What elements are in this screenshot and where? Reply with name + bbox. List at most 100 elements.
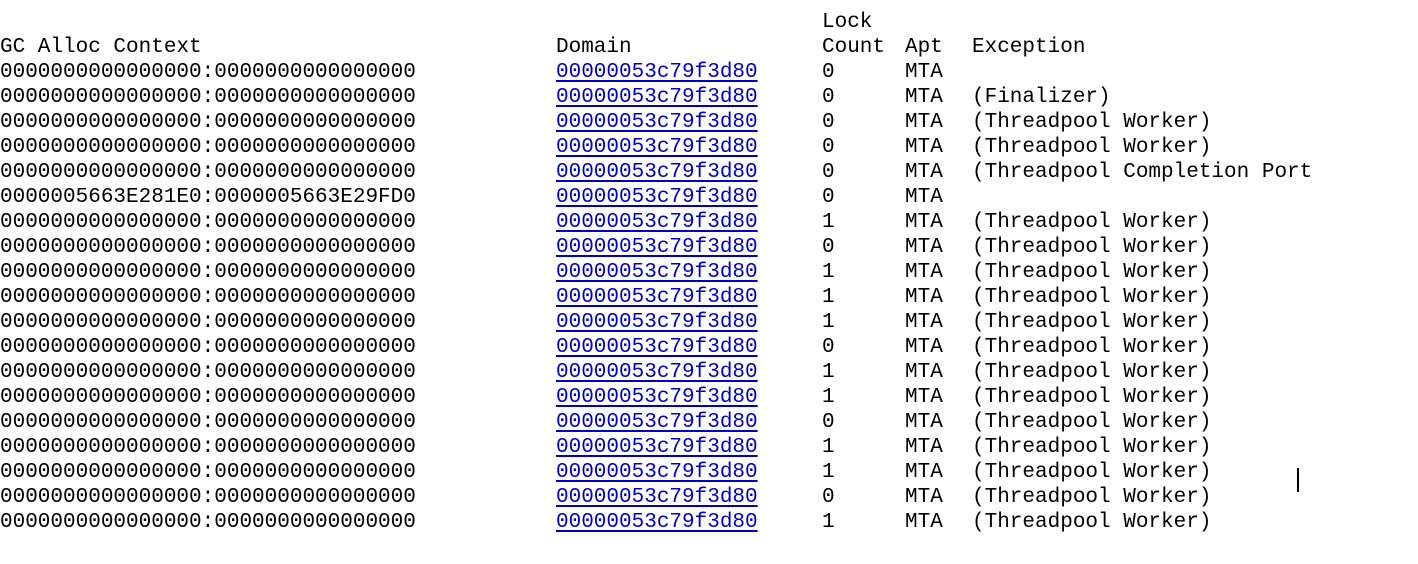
cell-gc-alloc-context: 0000000000000000:0000000000000000 (0, 361, 416, 384)
cell-apt: MTA (905, 161, 943, 184)
cell-exception: (Threadpool Worker) (972, 286, 1212, 309)
cell-apt: MTA (905, 136, 943, 159)
cell-domain-link[interactable]: 00000053c79f3d80 (556, 285, 758, 310)
cell-domain-link[interactable]: 00000053c79f3d80 (556, 410, 758, 435)
cell-exception: (Threadpool Worker) (972, 111, 1212, 134)
cell-exception: (Threadpool Worker) (972, 386, 1212, 409)
cell-exception: (Threadpool Worker) (972, 436, 1212, 459)
cell-domain-link[interactable]: 00000053c79f3d80 (556, 335, 758, 360)
column-header-apt: Apt (905, 36, 943, 59)
cell-exception: (Threadpool Worker) (972, 211, 1212, 234)
cell-apt: MTA (905, 286, 943, 309)
cell-gc-alloc-context: 0000000000000000:0000000000000000 (0, 511, 416, 534)
cell-domain-link[interactable]: 00000053c79f3d80 (556, 435, 758, 460)
cell-apt: MTA (905, 511, 943, 534)
debugger-output-pane: Lock GC Alloc Context Domain Count Apt E… (0, 0, 1418, 564)
cell-exception: (Threadpool Worker) (972, 361, 1212, 384)
cell-domain-link[interactable]: 00000053c79f3d80 (556, 210, 758, 235)
cell-lock-count: 1 (822, 361, 835, 384)
cell-apt: MTA (905, 336, 943, 359)
cell-lock-count: 0 (822, 111, 835, 134)
cell-apt: MTA (905, 86, 943, 109)
cell-domain-link[interactable]: 00000053c79f3d80 (556, 85, 758, 110)
cell-apt: MTA (905, 61, 943, 84)
cell-domain-link[interactable]: 00000053c79f3d80 (556, 60, 758, 85)
cell-exception: (Threadpool Worker) (972, 486, 1212, 509)
text-caret (1297, 468, 1299, 492)
column-header-exception: Exception (972, 36, 1086, 59)
cell-gc-alloc-context: 0000000000000000:0000000000000000 (0, 286, 416, 309)
column-header-domain: Domain (556, 36, 632, 59)
cell-gc-alloc-context: 0000000000000000:0000000000000000 (0, 161, 416, 184)
cell-gc-alloc-context: 0000000000000000:0000000000000000 (0, 111, 416, 134)
cell-lock-count: 1 (822, 436, 835, 459)
cell-gc-alloc-context: 0000000000000000:0000000000000000 (0, 386, 416, 409)
cell-gc-alloc-context: 0000005663E281E0:0000005663E29FD0 (0, 186, 416, 209)
header-lock-label: Lock (822, 11, 873, 34)
cell-lock-count: 1 (822, 461, 835, 484)
cell-lock-count: 1 (822, 511, 835, 534)
cell-domain-link[interactable]: 00000053c79f3d80 (556, 235, 758, 260)
cell-lock-count: 0 (822, 136, 835, 159)
cell-domain-link[interactable]: 00000053c79f3d80 (556, 385, 758, 410)
cell-apt: MTA (905, 111, 943, 134)
cell-apt: MTA (905, 311, 943, 334)
cell-lock-count: 0 (822, 336, 835, 359)
cell-domain-link[interactable]: 00000053c79f3d80 (556, 260, 758, 285)
cell-gc-alloc-context: 0000000000000000:0000000000000000 (0, 436, 416, 459)
cell-domain-link[interactable]: 00000053c79f3d80 (556, 310, 758, 335)
cell-exception: (Threadpool Worker) (972, 461, 1212, 484)
cell-apt: MTA (905, 386, 943, 409)
cell-gc-alloc-context: 0000000000000000:0000000000000000 (0, 236, 416, 259)
cell-lock-count: 1 (822, 386, 835, 409)
header-line-lock: Lock (0, 10, 872, 35)
cell-gc-alloc-context: 0000000000000000:0000000000000000 (0, 486, 416, 509)
cell-exception: (Threadpool Worker) (972, 236, 1212, 259)
cell-lock-count: 0 (822, 86, 835, 109)
cell-lock-count: 0 (822, 411, 835, 434)
cell-exception: (Threadpool Completion Port (972, 161, 1313, 184)
column-header-gc-alloc-context: GC Alloc Context (0, 36, 202, 59)
cell-lock-count: 0 (822, 61, 835, 84)
cell-domain-link[interactable]: 00000053c79f3d80 (556, 110, 758, 135)
cell-exception: (Threadpool Worker) (972, 511, 1212, 534)
cell-lock-count: 1 (822, 261, 835, 284)
cell-gc-alloc-context: 0000000000000000:0000000000000000 (0, 461, 416, 484)
header-line-columns: GC Alloc Context Domain Count Apt Except… (0, 35, 1085, 60)
cell-lock-count: 0 (822, 186, 835, 209)
cell-gc-alloc-context: 0000000000000000:0000000000000000 (0, 261, 416, 284)
cell-lock-count: 1 (822, 311, 835, 334)
cell-domain-link[interactable]: 00000053c79f3d80 (556, 460, 758, 485)
cell-exception: (Threadpool Worker) (972, 411, 1212, 434)
cell-domain-link[interactable]: 00000053c79f3d80 (556, 185, 758, 210)
cell-gc-alloc-context: 0000000000000000:0000000000000000 (0, 336, 416, 359)
cell-exception: (Threadpool Worker) (972, 136, 1212, 159)
cell-domain-link[interactable]: 00000053c79f3d80 (556, 135, 758, 160)
column-header-lock-count: Count (822, 36, 886, 59)
cell-gc-alloc-context: 0000000000000000:0000000000000000 (0, 211, 416, 234)
cell-apt: MTA (905, 436, 943, 459)
cell-gc-alloc-context: 0000000000000000:0000000000000000 (0, 311, 416, 334)
cell-apt: MTA (905, 186, 943, 209)
cell-gc-alloc-context: 0000000000000000:0000000000000000 (0, 86, 416, 109)
cell-domain-link[interactable]: 00000053c79f3d80 (556, 360, 758, 385)
cell-domain-link[interactable]: 00000053c79f3d80 (556, 160, 758, 185)
cell-lock-count: 1 (822, 211, 835, 234)
cell-exception: (Finalizer) (972, 86, 1111, 109)
cell-apt: MTA (905, 361, 943, 384)
cell-apt: MTA (905, 411, 943, 434)
cell-exception: (Threadpool Worker) (972, 336, 1212, 359)
cell-lock-count: 0 (822, 486, 835, 509)
cell-lock-count: 0 (822, 236, 835, 259)
cell-lock-count: 0 (822, 161, 835, 184)
cell-exception: (Threadpool Worker) (972, 311, 1212, 334)
cell-apt: MTA (905, 236, 943, 259)
cell-apt: MTA (905, 461, 943, 484)
cell-gc-alloc-context: 0000000000000000:0000000000000000 (0, 61, 416, 84)
cell-domain-link[interactable]: 00000053c79f3d80 (556, 510, 758, 535)
cell-gc-alloc-context: 0000000000000000:0000000000000000 (0, 136, 416, 159)
cell-domain-link[interactable]: 00000053c79f3d80 (556, 485, 758, 510)
cell-apt: MTA (905, 211, 943, 234)
cell-lock-count: 1 (822, 286, 835, 309)
cell-apt: MTA (905, 261, 943, 284)
